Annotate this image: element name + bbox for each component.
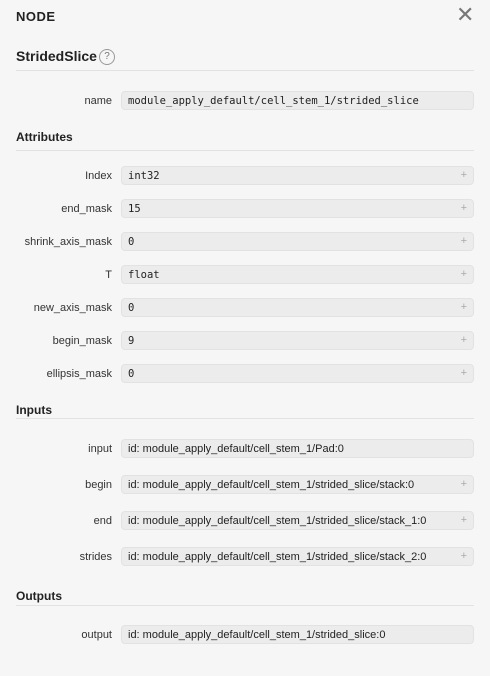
attr-value: 15: [128, 203, 141, 215]
plus-icon[interactable]: +: [461, 169, 467, 181]
output-value: id: module_apply_default/cell_stem_1/str…: [128, 629, 386, 641]
divider: [16, 70, 474, 71]
plus-icon[interactable]: +: [461, 235, 467, 247]
plus-icon[interactable]: +: [461, 550, 467, 562]
input-value: id: module_apply_default/cell_stem_1/str…: [128, 551, 427, 563]
input-label-strides: strides: [79, 551, 112, 563]
attr-value: float: [128, 269, 160, 281]
plus-icon[interactable]: +: [461, 367, 467, 379]
attr-label-shrink-axis-mask: shrink_axis_mask: [24, 236, 112, 248]
divider: [16, 605, 474, 606]
attr-field-end-mask[interactable]: 15 +: [121, 199, 474, 218]
divider: [16, 418, 474, 419]
attr-value: 0: [128, 368, 135, 380]
input-label-input: input: [88, 443, 112, 455]
attr-value: 9: [128, 335, 135, 347]
input-field-input[interactable]: id: module_apply_default/cell_stem_1/Pad…: [121, 439, 474, 458]
plus-icon[interactable]: +: [461, 268, 467, 280]
output-label-output: output: [81, 629, 112, 641]
input-label-end: end: [93, 515, 112, 527]
attr-field-t[interactable]: float +: [121, 265, 474, 284]
attr-field-new-axis-mask[interactable]: 0 +: [121, 298, 474, 317]
plus-icon[interactable]: +: [461, 202, 467, 214]
attr-label-ellipsis-mask: ellipsis_mask: [46, 368, 112, 380]
inputs-heading: Inputs: [16, 403, 52, 417]
attr-label-end-mask: end_mask: [61, 203, 112, 215]
name-value: module_apply_default/cell_stem_1/strided…: [128, 95, 419, 107]
plus-icon[interactable]: +: [461, 301, 467, 313]
plus-icon[interactable]: +: [461, 478, 467, 490]
close-icon[interactable]: ✕: [456, 4, 474, 26]
input-field-begin[interactable]: id: module_apply_default/cell_stem_1/str…: [121, 475, 474, 494]
attr-value: 0: [128, 236, 135, 248]
attr-field-shrink-axis-mask[interactable]: 0 +: [121, 232, 474, 251]
input-field-end[interactable]: id: module_apply_default/cell_stem_1/str…: [121, 511, 474, 530]
attr-label-begin-mask: begin_mask: [52, 335, 112, 347]
attr-label-new-axis-mask: new_axis_mask: [33, 302, 112, 314]
input-value: id: module_apply_default/cell_stem_1/str…: [128, 515, 427, 527]
attr-field-ellipsis-mask[interactable]: 0 +: [121, 364, 474, 383]
input-field-strides[interactable]: id: module_apply_default/cell_stem_1/str…: [121, 547, 474, 566]
help-icon[interactable]: ?: [99, 49, 115, 65]
plus-icon[interactable]: +: [461, 334, 467, 346]
attr-label-t: T: [105, 269, 112, 281]
input-label-begin: begin: [85, 479, 112, 491]
attr-label-index: Index: [85, 170, 112, 182]
input-value: id: module_apply_default/cell_stem_1/Pad…: [128, 443, 344, 455]
outputs-heading: Outputs: [16, 589, 62, 603]
plus-icon[interactable]: +: [461, 514, 467, 526]
attr-value: 0: [128, 302, 135, 314]
name-field[interactable]: module_apply_default/cell_stem_1/strided…: [121, 91, 474, 110]
input-value: id: module_apply_default/cell_stem_1/str…: [128, 479, 415, 491]
attr-value: int32: [128, 170, 160, 182]
output-field-output[interactable]: id: module_apply_default/cell_stem_1/str…: [121, 625, 474, 644]
attributes-heading: Attributes: [16, 130, 73, 144]
attr-field-index[interactable]: int32 +: [121, 166, 474, 185]
operator-title: StridedSlice: [16, 48, 97, 64]
panel-title: NODE: [16, 9, 56, 24]
panel-header: NODE ✕: [0, 0, 490, 34]
divider: [16, 150, 474, 151]
attr-field-begin-mask[interactable]: 9 +: [121, 331, 474, 350]
name-label: name: [84, 95, 112, 107]
